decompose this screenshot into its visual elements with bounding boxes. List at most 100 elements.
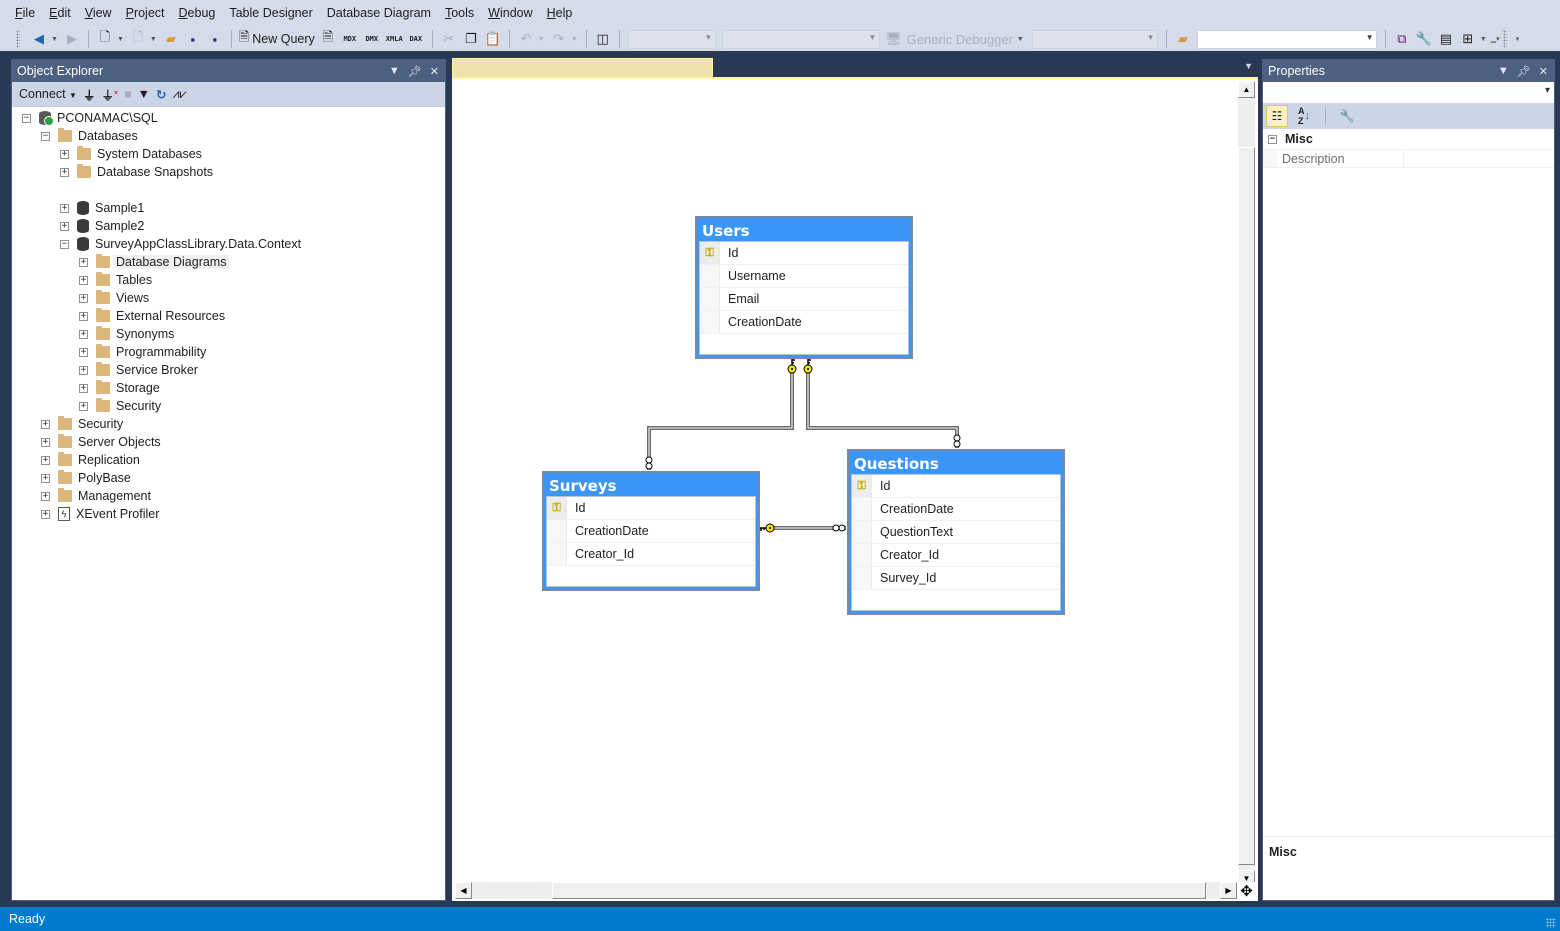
toolbar-grip[interactable] xyxy=(1502,30,1507,48)
row-selector[interactable] xyxy=(547,543,567,565)
redo-button[interactable]: ↷ xyxy=(550,29,568,49)
save-all-button[interactable]: ▪ xyxy=(206,29,224,49)
vertical-scroll-thumb[interactable] xyxy=(1238,147,1255,865)
column-row[interactable]: Survey_Id xyxy=(852,567,1060,590)
forward-button[interactable]: ▶ xyxy=(63,29,81,49)
activity-monitor-button[interactable]: ◫ xyxy=(594,29,612,49)
stop-button[interactable]: ■ xyxy=(124,87,132,101)
undo-dropdown-icon[interactable]: ▼ xyxy=(538,36,545,43)
column-row[interactable]: Creator_Id xyxy=(852,544,1060,567)
menu-tools[interactable]: Tools xyxy=(438,0,481,27)
pan-move-icon[interactable]: ✥ xyxy=(1238,882,1255,900)
mdx-query-button[interactable]: MDX xyxy=(341,29,359,49)
menu-project[interactable]: Project xyxy=(119,0,172,27)
expand-icon[interactable]: + xyxy=(79,347,88,357)
expand-icon[interactable]: + xyxy=(41,419,50,429)
toolbox-button[interactable]: ▤ xyxy=(1437,29,1455,49)
table-questions[interactable]: Questions ⚿ Id CreationDate QuestionText Cre… xyxy=(847,449,1065,615)
solution-platform-combo[interactable] xyxy=(721,29,880,49)
tree-node[interactable]: + Database Snapshots xyxy=(12,163,445,181)
tree-node[interactable]: + Sample2 xyxy=(12,217,445,235)
tree-node[interactable]: + External Resources xyxy=(12,307,445,325)
column-row[interactable]: Email xyxy=(700,288,908,311)
back-dropdown-icon[interactable]: ▼ xyxy=(51,36,58,43)
menu-database-diagram[interactable]: Database Diagram xyxy=(320,0,438,27)
search-combo[interactable] xyxy=(1196,29,1377,49)
expand-icon[interactable]: + xyxy=(41,455,50,465)
expand-icon[interactable]: + xyxy=(79,365,88,375)
resize-grip[interactable] xyxy=(1546,918,1556,928)
expand-icon[interactable]: + xyxy=(79,311,88,321)
alphabetical-button[interactable]: A Z ↓ xyxy=(1293,105,1315,127)
table-title[interactable]: Users xyxy=(699,218,909,241)
object-selector-combo[interactable] xyxy=(1263,82,1554,103)
database-engine-query-button[interactable]: 🗎 xyxy=(319,29,337,49)
add-item-button[interactable]: 🗋 xyxy=(129,29,147,49)
column-row[interactable]: CreationDate xyxy=(547,520,755,543)
scroll-up-button[interactable]: ▲ xyxy=(1238,81,1255,98)
row-selector[interactable] xyxy=(700,311,720,333)
expand-icon[interactable]: + xyxy=(79,293,88,303)
toolbar-overflow-icon[interactable]: ▁▾ xyxy=(1491,35,1500,43)
browser-dropdown-icon[interactable]: ▼ xyxy=(1480,36,1487,43)
column-row[interactable]: Username xyxy=(700,265,908,288)
expand-icon[interactable]: + xyxy=(41,509,50,519)
close-icon[interactable]: ✕ xyxy=(1539,65,1548,78)
tree-node[interactable]: + Service Broker xyxy=(12,361,445,379)
expand-icon[interactable]: + xyxy=(60,149,69,159)
tree-node[interactable]: + Programmability xyxy=(12,343,445,361)
expand-icon[interactable]: + xyxy=(79,329,88,339)
tree-node[interactable]: + System Databases xyxy=(12,145,445,163)
tree-node[interactable]: + Security xyxy=(12,397,445,415)
refresh-button[interactable]: ↻ xyxy=(156,87,166,102)
cut-button[interactable]: ✂ xyxy=(440,29,458,49)
pin-icon[interactable]: 📌︎ xyxy=(1517,65,1531,78)
row-selector[interactable] xyxy=(852,567,872,589)
tree-node[interactable]: + Database Diagrams xyxy=(12,253,445,271)
category-misc[interactable]: − Misc xyxy=(1263,129,1554,149)
diagram-canvas[interactable]: Users ⚿ Id Username Email CreationDate Surve… xyxy=(452,77,1258,901)
expand-icon[interactable]: + xyxy=(79,275,88,285)
column-row[interactable]: ⚿ Id xyxy=(700,242,908,265)
table-surveys[interactable]: Surveys ⚿ Id CreationDate Creator_Id xyxy=(542,471,760,591)
tree-node[interactable]: + Views xyxy=(12,289,445,307)
tree-node[interactable]: + Synonyms xyxy=(12,325,445,343)
tree-node[interactable]: + Tables xyxy=(12,271,445,289)
menu-edit[interactable]: Edit xyxy=(42,0,78,27)
tree-node[interactable]: − PCONAMAC\SQL xyxy=(12,109,445,127)
row-selector[interactable] xyxy=(547,520,567,542)
expand-icon[interactable]: + xyxy=(41,437,50,447)
undo-button[interactable]: ↶ xyxy=(517,29,535,49)
new-project-button[interactable]: 🗋 xyxy=(96,29,114,49)
expand-icon[interactable]: + xyxy=(60,203,69,213)
find-in-files-button[interactable]: ▰ xyxy=(1174,29,1192,49)
row-selector[interactable] xyxy=(700,265,720,287)
tree-node[interactable]: + Storage xyxy=(12,379,445,397)
horizontal-scrollbar[interactable]: ◀ ▶ xyxy=(455,882,1237,899)
web-browser-button[interactable]: ⊞ xyxy=(1459,29,1477,49)
column-row[interactable]: QuestionText xyxy=(852,521,1060,544)
debug-target-combo[interactable] xyxy=(1031,29,1158,49)
scroll-left-button[interactable]: ◀ xyxy=(455,882,472,899)
solution-explorer-button[interactable]: ⧉ xyxy=(1393,29,1411,49)
new-project-dropdown-icon[interactable]: ▼ xyxy=(117,36,124,43)
menu-help[interactable]: Help xyxy=(540,0,580,27)
tree-node[interactable]: − Databases xyxy=(12,127,445,145)
tree-node[interactable]: + Security xyxy=(12,415,445,433)
row-selector[interactable] xyxy=(852,544,872,566)
solution-config-combo[interactable] xyxy=(627,29,716,49)
expand-icon[interactable]: + xyxy=(60,167,69,177)
table-users[interactable]: Users ⚿ Id Username Email CreationDate xyxy=(695,216,913,359)
menu-window[interactable]: Window xyxy=(481,0,539,27)
new-query-button[interactable]: 🗎 New Query xyxy=(239,29,315,49)
collapse-icon[interactable]: − xyxy=(1268,134,1277,144)
dmx-query-button[interactable]: DMX xyxy=(363,29,381,49)
save-button[interactable]: ▪ xyxy=(184,29,202,49)
diagram-document-tab[interactable] xyxy=(452,58,713,77)
vertical-scrollbar[interactable]: ▲ ▼ xyxy=(1238,81,1255,887)
connect-plug-button[interactable]: ⏚ xyxy=(83,85,96,104)
tree-node[interactable]: − SurveyAppClassLibrary.Data.Context xyxy=(12,235,445,253)
column-row[interactable]: Creator_Id xyxy=(547,543,755,566)
dax-query-button[interactable]: DAX xyxy=(407,29,425,49)
open-file-button[interactable]: ▰ xyxy=(162,29,180,49)
